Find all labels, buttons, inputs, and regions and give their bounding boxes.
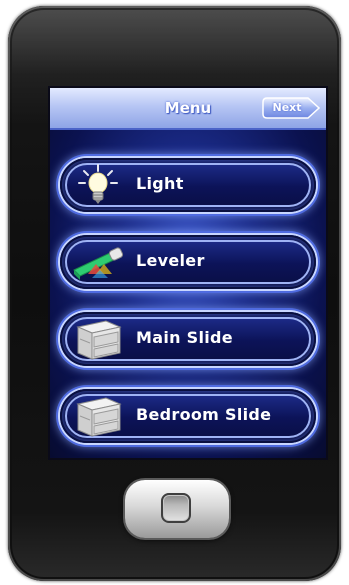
home-button[interactable] [125, 480, 229, 538]
menu-header: Menu Next [50, 88, 326, 130]
home-button-icon [161, 493, 191, 523]
slide-cabinet-icon [70, 394, 126, 438]
menu-item-bedroom-slide[interactable]: Bedroom Slide [60, 389, 316, 443]
next-button-label: Next [272, 101, 302, 114]
menu-item-light[interactable]: Light [60, 158, 316, 212]
device-frame: Menu Next Light Leveler Main Slide Bedro… [8, 6, 341, 581]
lightbulb-icon [70, 163, 126, 207]
next-button[interactable]: Next [262, 97, 320, 119]
menu-item-label: Light [136, 174, 184, 193]
leveler-icon [70, 240, 126, 284]
menu-item-leveler[interactable]: Leveler [60, 235, 316, 289]
menu-item-main-slide[interactable]: Main Slide [60, 312, 316, 366]
menu-item-label: Bedroom Slide [136, 405, 272, 424]
touch-screen: Menu Next Light Leveler Main Slide Bedro… [48, 86, 328, 460]
menu-item-label: Main Slide [136, 328, 233, 347]
slide-cabinet-icon [70, 317, 126, 361]
menu-item-label: Leveler [136, 251, 205, 270]
